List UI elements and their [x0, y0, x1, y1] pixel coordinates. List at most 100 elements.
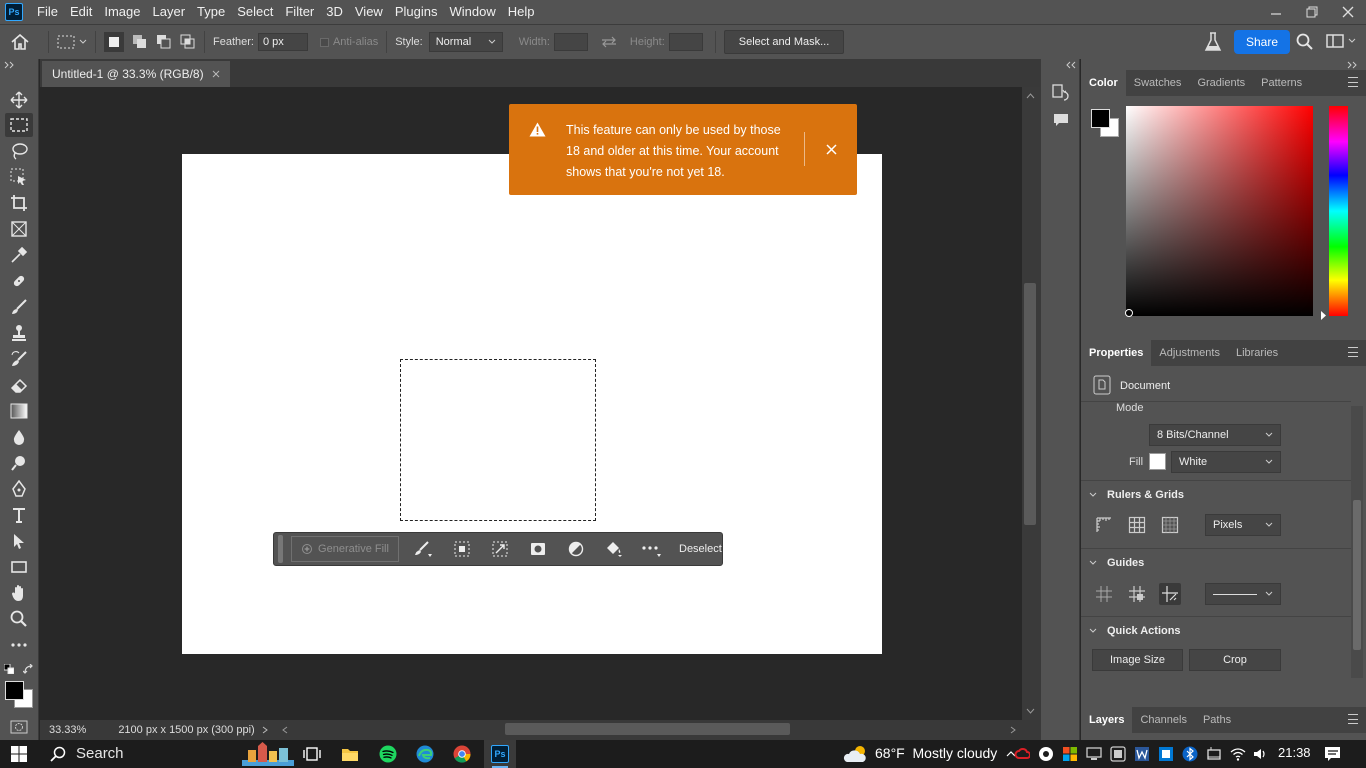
clone-stamp-tool[interactable]: [5, 321, 33, 345]
fill-select[interactable]: White: [1171, 451, 1281, 473]
guide-line-style-select[interactable]: [1205, 583, 1281, 605]
panel-menu-icon[interactable]: [1348, 347, 1358, 357]
collapse-panels-icon[interactable]: [1347, 61, 1359, 69]
chrome-tray-icon[interactable]: [1038, 746, 1054, 762]
lock-guides-toggle[interactable]: [1159, 583, 1181, 605]
tab-patterns[interactable]: Patterns: [1253, 70, 1310, 96]
menu-window[interactable]: Window: [443, 0, 501, 24]
horizontal-scroll-thumb[interactable]: [505, 723, 790, 735]
menu-select[interactable]: Select: [231, 0, 279, 24]
hand-tool[interactable]: [5, 581, 33, 605]
quick-mask-icon[interactable]: [10, 720, 28, 734]
zoom-tool[interactable]: [5, 607, 33, 631]
invert-selection-button[interactable]: [443, 536, 481, 562]
fill-selection-button[interactable]: [595, 536, 633, 562]
edit-toolbar-button[interactable]: [5, 633, 33, 657]
office-tray-icon[interactable]: [1062, 746, 1078, 762]
dodge-tool[interactable]: [5, 451, 33, 475]
spotify-button[interactable]: [378, 744, 398, 764]
edge-button[interactable]: [415, 744, 435, 764]
mask-button[interactable]: [519, 536, 557, 562]
monitor-tray-icon[interactable]: [1086, 746, 1102, 762]
menu-view[interactable]: View: [349, 0, 389, 24]
mode-select[interactable]: 8 Bits/Channel: [1149, 424, 1281, 446]
photoshop-taskbar-button[interactable]: Ps: [484, 740, 516, 768]
image-size-button[interactable]: Image Size: [1092, 649, 1183, 671]
lasso-tool[interactable]: [5, 139, 33, 163]
close-icon[interactable]: [212, 70, 220, 78]
object-selection-tool[interactable]: [5, 165, 33, 189]
app-tray-icon[interactable]: [1110, 746, 1126, 762]
menu-help[interactable]: Help: [502, 0, 541, 24]
menu-plugins[interactable]: Plugins: [389, 0, 444, 24]
menu-3d[interactable]: 3D: [320, 0, 349, 24]
search-highlight-image[interactable]: [240, 742, 296, 766]
zoom-level[interactable]: 33.33%: [49, 724, 86, 736]
share-button[interactable]: Share: [1234, 30, 1291, 54]
fill-color-swatch[interactable]: [1149, 453, 1166, 470]
hue-slider[interactable]: [1329, 106, 1348, 316]
document-tab[interactable]: Untitled-1 @ 33.3% (RGB/8): [42, 61, 230, 87]
taskbar-search-label[interactable]: Search: [76, 745, 124, 762]
workspace-button[interactable]: [1326, 34, 1356, 48]
comments-panel-button[interactable]: [1053, 113, 1069, 130]
restore-button[interactable]: [1294, 0, 1330, 24]
home-button[interactable]: [0, 34, 40, 50]
add-selection-icon[interactable]: [132, 34, 148, 50]
scroll-left-icon[interactable]: [282, 726, 288, 734]
menu-image[interactable]: Image: [98, 0, 146, 24]
tab-properties[interactable]: Properties: [1081, 340, 1152, 366]
tab-channels[interactable]: Channels: [1132, 707, 1194, 733]
collapse-toolbar-icon[interactable]: [4, 61, 16, 69]
creative-cloud-icon[interactable]: [1014, 746, 1030, 762]
ruler-toggle[interactable]: [1093, 514, 1115, 536]
search-button[interactable]: [1296, 33, 1314, 54]
antialias-checkbox[interactable]: Anti-alias: [319, 36, 378, 48]
tab-swatches[interactable]: Swatches: [1126, 70, 1190, 96]
eyedropper-tool[interactable]: [5, 243, 33, 267]
history-panel-button[interactable]: [1052, 84, 1070, 105]
height-input[interactable]: [668, 33, 703, 51]
selection-marquee[interactable]: [400, 359, 596, 521]
hue-slider-handle[interactable]: [1320, 311, 1327, 320]
foreground-color-swatch[interactable]: [1091, 109, 1110, 128]
rectangular-marquee-tool[interactable]: [5, 113, 33, 137]
bluetooth-icon[interactable]: [1182, 746, 1198, 762]
scroll-up-icon[interactable]: [1026, 93, 1035, 99]
swap-icon[interactable]: [601, 36, 617, 48]
expand-panels-icon[interactable]: [1065, 61, 1077, 69]
eraser-tool[interactable]: [5, 373, 33, 397]
drag-handle[interactable]: [278, 535, 283, 563]
feather-input[interactable]: 0 px: [257, 33, 308, 51]
foreground-color-swatch[interactable]: [5, 681, 24, 700]
style-select[interactable]: Normal: [428, 32, 503, 52]
start-button[interactable]: [9, 744, 29, 764]
frame-tool[interactable]: [5, 217, 33, 241]
vertical-scroll-thumb[interactable]: [1024, 283, 1036, 525]
tab-libraries[interactable]: Libraries: [1228, 340, 1286, 366]
menu-file[interactable]: File: [31, 0, 64, 24]
select-and-mask-button[interactable]: Select and Mask...: [723, 30, 845, 54]
notifications-icon[interactable]: [1324, 746, 1340, 762]
tab-layers[interactable]: Layers: [1081, 707, 1133, 733]
menu-layer[interactable]: Layer: [147, 0, 192, 24]
width-input[interactable]: [553, 33, 588, 51]
guides-section-toggle[interactable]: Guides: [1089, 557, 1144, 569]
weather-button[interactable]: [843, 744, 869, 764]
tab-gradients[interactable]: Gradients: [1189, 70, 1253, 96]
pixel-grid-toggle[interactable]: [1159, 514, 1181, 536]
menu-filter[interactable]: Filter: [279, 0, 320, 24]
marquee-tool-preset[interactable]: [57, 35, 87, 49]
app-tray-icon[interactable]: [1158, 746, 1174, 762]
panel-menu-icon[interactable]: [1348, 714, 1358, 724]
document-info[interactable]: 2100 px x 1500 px (300 ppi): [118, 724, 254, 736]
chrome-button[interactable]: [452, 744, 472, 764]
task-view-button[interactable]: [302, 744, 322, 764]
modify-selection-button[interactable]: [405, 536, 443, 562]
grid-toggle[interactable]: [1126, 514, 1148, 536]
transform-selection-button[interactable]: [481, 536, 519, 562]
taskbar-search-button[interactable]: [48, 744, 68, 764]
subtract-selection-icon[interactable]: [156, 34, 172, 50]
crop-button[interactable]: Crop: [1189, 649, 1281, 671]
file-explorer-button[interactable]: [340, 744, 360, 764]
